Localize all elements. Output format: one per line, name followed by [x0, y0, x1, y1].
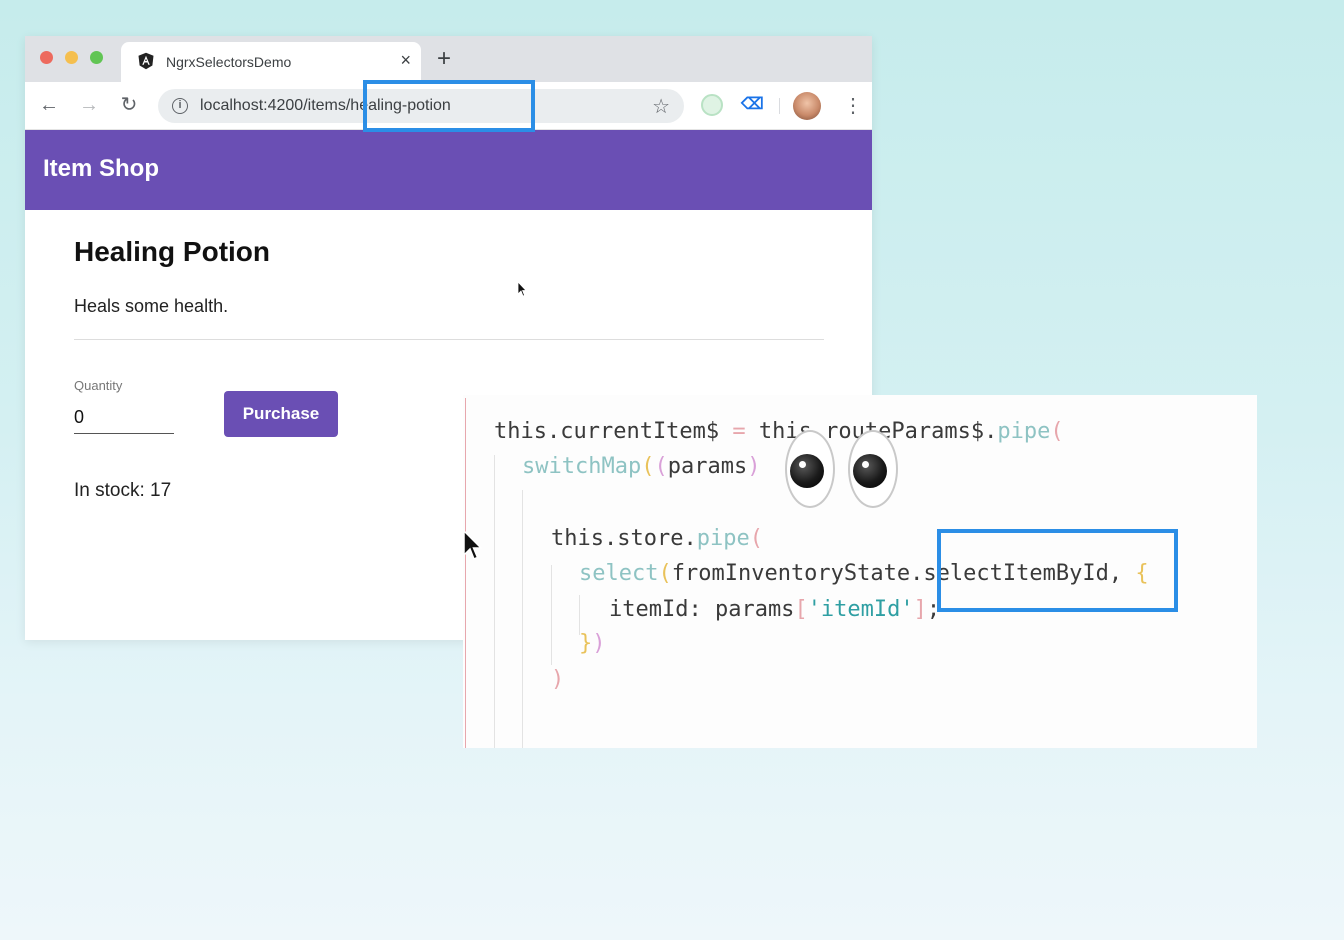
code-line-6: }): [579, 631, 606, 657]
eyes-emoji: [848, 430, 898, 508]
angular-icon: [138, 52, 154, 70]
code-token: (: [654, 454, 668, 479]
extension-icon[interactable]: ⌫: [741, 96, 764, 114]
code-token: this.store.: [551, 526, 697, 551]
code-token: pipe: [997, 419, 1051, 444]
eye-pupil: [790, 454, 824, 488]
code-token: [: [794, 597, 808, 622]
reload-icon[interactable]: ↻: [117, 93, 141, 117]
code-token: (: [749, 526, 763, 551]
back-arrow-icon[interactable]: ←: [37, 93, 61, 117]
indent-guide: [522, 490, 523, 748]
selector-highlight-box: [937, 529, 1178, 612]
code-line-7: ): [551, 667, 564, 693]
tab-title: NgrxSelectorsDemo: [166, 54, 292, 70]
eye-pupil: [853, 454, 887, 488]
close-window-button[interactable]: [40, 51, 53, 64]
stock-text: In stock: 17: [74, 480, 172, 501]
code-token: 'itemId': [807, 597, 914, 622]
code-token: itemId: params: [609, 597, 795, 622]
info-icon[interactable]: i: [172, 98, 188, 114]
code-left-border: [465, 398, 466, 748]
code-line-1: this.currentItem$ = this.routeParams$.pi…: [494, 419, 1064, 445]
item-title: Healing Potion: [74, 236, 270, 267]
maximize-window-button[interactable]: [90, 51, 103, 64]
code-token: params: [667, 454, 748, 479]
new-tab-button[interactable]: +: [437, 47, 451, 71]
code-token: ]: [913, 597, 927, 622]
app-toolbar: Item Shop: [25, 130, 872, 210]
mouse-cursor-icon: [463, 529, 482, 560]
quantity-input[interactable]: [74, 402, 174, 434]
code-token: ): [747, 454, 761, 479]
forward-arrow-icon[interactable]: →: [77, 93, 101, 117]
mouse-cursor-icon: [517, 281, 527, 297]
code-token: ): [592, 631, 606, 656]
star-icon[interactable]: ☆: [652, 94, 670, 119]
indent-guide: [551, 565, 552, 665]
url-highlight-box: [363, 80, 535, 132]
tab-strip: NgrxSelectorsDemo × +: [25, 36, 872, 82]
item-description: Heals some health.: [74, 296, 229, 316]
code-token: (: [1050, 419, 1064, 444]
quantity-label: Quantity: [74, 378, 123, 393]
indent-guide: [579, 595, 580, 635]
code-token: =: [732, 419, 746, 444]
code-token: (: [658, 561, 672, 586]
divider: [74, 339, 824, 340]
menu-dots-icon[interactable]: ⋮: [843, 92, 863, 120]
code-token: select: [579, 561, 659, 586]
code-line-5: itemId: params['itemId'];: [609, 597, 940, 623]
code-token: }: [579, 631, 593, 656]
code-token: (: [641, 454, 655, 479]
toolbar-divider: [779, 98, 780, 114]
code-token: pipe: [696, 526, 750, 551]
code-token: ): [551, 667, 565, 692]
indent-guide: [494, 455, 495, 748]
app-title: Item Shop: [43, 155, 160, 182]
purchase-button[interactable]: Purchase: [224, 391, 338, 437]
code-line-3: this.store.pipe(: [551, 526, 763, 552]
code-line-2: switchMap((params): [522, 454, 760, 480]
browser-tab[interactable]: NgrxSelectorsDemo ×: [121, 42, 421, 82]
eyes-emoji: [785, 430, 835, 508]
minimize-window-button[interactable]: [65, 51, 78, 64]
code-token: switchMap: [522, 454, 642, 479]
avatar[interactable]: [793, 92, 821, 120]
extension-icon[interactable]: [701, 94, 723, 116]
close-tab-icon[interactable]: ×: [400, 50, 411, 70]
code-token: this.currentItem$: [494, 419, 733, 444]
